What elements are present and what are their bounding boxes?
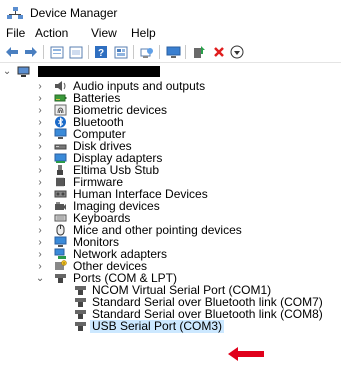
svg-text:!: ! <box>63 261 64 266</box>
chevron-right-icon[interactable]: › <box>36 213 44 224</box>
help-icon[interactable]: ? <box>93 44 109 60</box>
selected-port-label: USB Serial Port (COM3) <box>90 319 225 333</box>
chevron-right-icon[interactable]: › <box>36 165 44 176</box>
tree-item-port[interactable]: USB Serial Port (COM3) <box>0 320 341 333</box>
network-icon <box>54 248 66 259</box>
unknown-device-icon: ! <box>55 260 67 270</box>
chevron-right-icon[interactable]: › <box>36 117 44 128</box>
hid-icon <box>54 190 67 198</box>
serial-port-icon <box>75 322 86 331</box>
monitor-icon[interactable] <box>165 44 181 60</box>
download-icon[interactable] <box>229 44 245 60</box>
speaker-icon <box>55 81 66 91</box>
menu-view[interactable]: View <box>91 26 117 40</box>
window-title: Device Manager <box>30 6 118 20</box>
camera-icon <box>55 202 66 210</box>
chevron-right-icon[interactable]: › <box>36 93 44 104</box>
chevron-right-icon[interactable]: › <box>36 225 44 236</box>
fingerprint-icon <box>54 104 67 116</box>
scan-hardware-icon[interactable] <box>139 44 155 60</box>
chevron-down-icon[interactable]: ⌄ <box>36 273 44 284</box>
mouse-icon <box>56 224 65 236</box>
computer-icon <box>54 128 67 139</box>
monitor-icon <box>54 236 67 247</box>
toolbar: ? <box>0 42 341 63</box>
view-icon[interactable] <box>113 44 129 60</box>
port-icon <box>55 274 66 283</box>
serial-port-icon <box>75 310 86 319</box>
properties-icon[interactable] <box>49 44 65 60</box>
add-driver-icon[interactable] <box>191 44 207 60</box>
title-bar: Device Manager <box>0 0 341 26</box>
uninstall-icon[interactable] <box>211 44 227 60</box>
menu-file[interactable]: File <box>6 26 25 40</box>
chevron-right-icon[interactable]: › <box>36 249 44 260</box>
chip-icon <box>56 177 65 187</box>
serial-port-icon <box>75 298 86 307</box>
svg-text:?: ? <box>98 48 104 59</box>
chevron-right-icon[interactable]: › <box>36 189 44 200</box>
usb-icon <box>57 165 63 175</box>
chevron-right-icon[interactable]: › <box>36 81 44 92</box>
chevron-right-icon[interactable]: › <box>36 105 44 116</box>
serial-port-icon <box>75 286 86 295</box>
disk-icon <box>54 144 67 150</box>
show-hidden-icon[interactable] <box>68 44 84 60</box>
forward-icon[interactable] <box>23 44 39 60</box>
chevron-right-icon[interactable]: › <box>36 177 44 188</box>
bluetooth-icon <box>55 116 66 128</box>
menu-bar: File Action View Help <box>0 26 341 42</box>
chevron-right-icon[interactable]: › <box>36 153 44 164</box>
menu-action[interactable]: Action <box>35 26 68 40</box>
chevron-right-icon[interactable]: › <box>36 261 44 272</box>
chevron-right-icon[interactable]: › <box>36 237 44 248</box>
chevron-down-icon[interactable]: ⌄ <box>3 66 11 77</box>
computer-root-icon <box>17 66 30 77</box>
device-manager-icon <box>7 7 23 19</box>
back-icon[interactable] <box>4 44 20 60</box>
menu-help[interactable]: Help <box>131 26 156 40</box>
red-arrow-annotation <box>228 347 264 361</box>
battery-icon <box>54 94 67 102</box>
chevron-right-icon[interactable]: › <box>36 201 44 212</box>
display-adapter-icon <box>54 153 67 163</box>
keyboard-icon <box>54 214 67 222</box>
computer-name-redacted <box>38 66 160 77</box>
chevron-right-icon[interactable]: › <box>36 141 44 152</box>
chevron-right-icon[interactable]: › <box>36 129 44 140</box>
